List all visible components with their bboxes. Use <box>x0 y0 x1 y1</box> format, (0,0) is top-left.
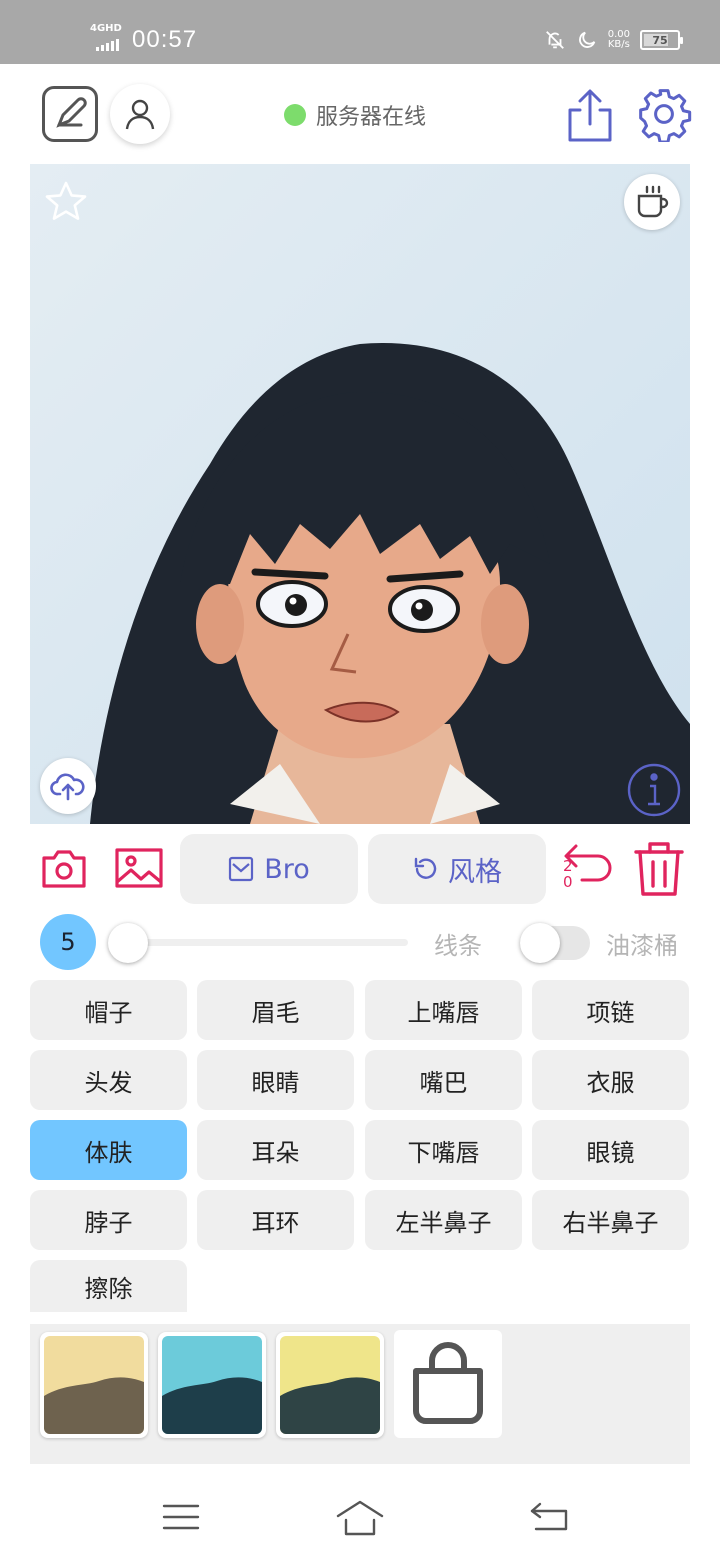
brush-size-value: 5 <box>60 928 76 956</box>
status-left: 4GHD 00:57 <box>90 20 197 60</box>
part-button[interactable]: 左半鼻子 <box>365 1190 522 1250</box>
menu-icon <box>162 1504 200 1530</box>
palette-strip <box>30 1324 690 1464</box>
rotate-icon <box>414 857 437 879</box>
brush-size-badge: 5 <box>40 914 96 970</box>
server-status-text: 服务器在线 <box>316 105 427 130</box>
undo-count-top: 2 <box>563 857 573 875</box>
slider-thumb[interactable] <box>108 923 148 963</box>
top-toolbar: 服务器在线 <box>0 64 720 164</box>
upload-button[interactable] <box>40 758 96 814</box>
nav-menu-button[interactable] <box>160 1500 202 1534</box>
part-button[interactable]: 头发 <box>30 1050 187 1110</box>
nav-home-button[interactable] <box>334 1498 386 1538</box>
part-button[interactable]: 眼睛 <box>197 1050 354 1110</box>
system-nav-bar <box>0 1480 720 1560</box>
paint-bucket-label: 油漆桶 <box>606 932 678 960</box>
info-icon <box>627 763 681 817</box>
speed-unit: KB/s <box>607 39 630 50</box>
moon-icon <box>578 31 595 48</box>
gear-icon <box>639 89 692 144</box>
trash-icon <box>634 842 684 896</box>
server-status-dot <box>284 104 306 126</box>
part-button[interactable]: 脖子 <box>30 1190 187 1250</box>
swatch-preview <box>280 1336 380 1434</box>
part-button[interactable]: 耳环 <box>197 1190 354 1250</box>
server-status: 服务器在线 <box>284 102 427 130</box>
camera-icon <box>42 850 86 888</box>
camera-button[interactable] <box>40 846 88 890</box>
coffee-icon <box>637 185 669 218</box>
edit-icon <box>56 97 87 128</box>
line-mode-label: 线条 <box>434 932 482 960</box>
part-button[interactable]: 右半鼻子 <box>532 1190 689 1250</box>
clock: 00:57 <box>132 26 198 53</box>
battery-icon: 75 <box>640 30 683 50</box>
share-icon <box>568 89 612 142</box>
mute-bell-icon <box>545 31 564 49</box>
brush-size-slider[interactable] <box>108 922 408 963</box>
edit-button[interactable] <box>42 86 98 142</box>
part-button[interactable]: 衣服 <box>532 1050 689 1110</box>
store-button[interactable] <box>394 1330 502 1438</box>
network-speed: 0.00 KB/s <box>608 30 630 50</box>
undo-count-bottom: 0 <box>563 873 573 891</box>
drawing-canvas[interactable] <box>30 164 690 824</box>
gallery-button[interactable] <box>114 846 164 890</box>
status-bar: 4GHD 00:57 0.00 KB/s 75 <box>0 0 720 64</box>
image-icon <box>115 848 163 888</box>
undo-count: 2 0 <box>563 858 573 890</box>
favorite-button[interactable] <box>42 178 90 226</box>
part-button[interactable]: 嘴巴 <box>365 1050 522 1110</box>
toggle-thumb[interactable] <box>520 923 560 963</box>
palette-swatch[interactable] <box>40 1332 148 1438</box>
part-button[interactable]: 体肤 <box>30 1120 187 1180</box>
palette-swatch[interactable] <box>276 1332 384 1438</box>
swatch-preview <box>162 1336 262 1434</box>
style-label: 风格 <box>448 856 502 888</box>
palette-swatch[interactable] <box>158 1332 266 1438</box>
user-icon <box>125 99 155 130</box>
canvas-artwork <box>30 164 690 824</box>
network-type: 4GHD <box>90 23 122 34</box>
bro-button[interactable]: Bro <box>180 834 358 904</box>
part-button[interactable]: 耳朵 <box>197 1120 354 1180</box>
back-icon <box>530 1502 568 1531</box>
part-button[interactable]: 下嘴唇 <box>365 1120 522 1180</box>
mail-box-icon <box>229 856 254 882</box>
part-button[interactable]: 眉毛 <box>197 980 354 1040</box>
share-button[interactable] <box>564 88 616 144</box>
part-button[interactable]: 帽子 <box>30 980 187 1040</box>
delete-button[interactable] <box>632 840 686 898</box>
info-button[interactable] <box>626 762 682 818</box>
part-button[interactable]: 项链 <box>532 980 689 1040</box>
network-signal-icon: 4GHD <box>90 23 124 53</box>
line-bucket-toggle[interactable] <box>520 922 590 963</box>
slider-track <box>108 939 408 946</box>
star-icon <box>45 181 87 220</box>
home-icon <box>336 1500 384 1536</box>
bro-label: Bro <box>264 853 310 885</box>
part-button[interactable]: 擦除 <box>30 1260 187 1312</box>
style-button[interactable]: 风格 <box>368 834 546 904</box>
part-button[interactable]: 上嘴唇 <box>365 980 522 1040</box>
part-button[interactable]: 眼镜 <box>532 1120 689 1180</box>
settings-button[interactable] <box>636 86 692 144</box>
cloud-upload-icon <box>50 773 85 801</box>
user-button[interactable] <box>110 84 170 144</box>
tip-button[interactable] <box>624 174 680 230</box>
swatch-preview <box>44 1336 144 1434</box>
status-right: 0.00 KB/s 75 <box>544 24 683 56</box>
shopping-bag-icon <box>413 1342 483 1424</box>
nav-back-button[interactable] <box>528 1500 570 1534</box>
battery-level: 75 <box>652 33 668 47</box>
